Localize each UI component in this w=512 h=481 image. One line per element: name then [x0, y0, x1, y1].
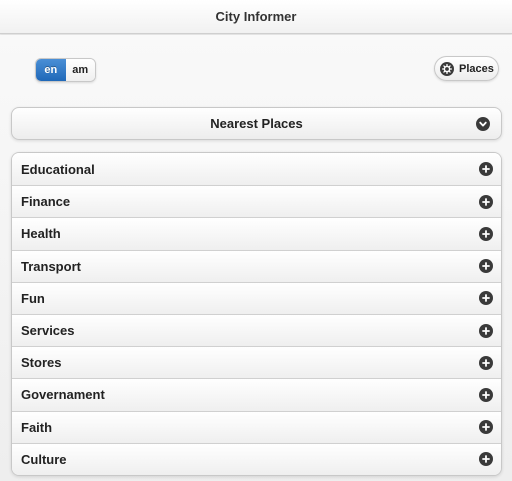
nearest-places-label: Nearest Places	[210, 116, 303, 131]
category-item-finance[interactable]: Finance	[12, 185, 501, 218]
language-option-en[interactable]: en	[36, 59, 66, 81]
category-label: Transport	[21, 258, 81, 274]
language-option-am[interactable]: am	[65, 59, 95, 81]
plus-icon	[479, 420, 493, 435]
category-item-faith[interactable]: Faith	[12, 410, 501, 443]
plus-icon	[479, 194, 493, 209]
category-label: Governament	[21, 387, 105, 403]
category-label: Services	[21, 323, 75, 339]
category-item-stores[interactable]: Stores	[12, 346, 501, 379]
category-item-fun[interactable]: Fun	[12, 281, 501, 314]
main-content: en am Places Nearest Places Educational …	[0, 35, 512, 481]
category-item-educational[interactable]: Educational	[12, 153, 501, 186]
category-label: Stores	[21, 355, 62, 371]
category-label: Health	[21, 226, 61, 242]
category-label: Culture	[21, 451, 67, 467]
plus-icon	[479, 226, 493, 241]
category-label: Faith	[21, 419, 53, 435]
category-item-health[interactable]: Health	[12, 217, 501, 250]
nearest-places-button[interactable]: Nearest Places	[11, 107, 502, 140]
plus-icon	[479, 259, 493, 274]
plus-icon	[479, 323, 493, 338]
plus-icon	[479, 355, 493, 370]
language-toggle[interactable]: en am	[35, 58, 96, 82]
places-button-label: Places	[459, 62, 494, 75]
plus-icon	[479, 387, 493, 402]
page-title: City Informer	[215, 9, 297, 24]
plus-icon	[479, 291, 493, 306]
plus-icon	[479, 452, 493, 467]
places-button[interactable]: Places	[434, 56, 499, 81]
category-item-governament[interactable]: Governament	[12, 378, 501, 411]
gear-icon	[440, 61, 454, 76]
category-item-transport[interactable]: Transport	[12, 249, 501, 282]
category-item-culture[interactable]: Culture	[12, 442, 501, 475]
category-item-services[interactable]: Services	[12, 313, 501, 347]
category-label: Finance	[21, 194, 71, 210]
category-label: Educational	[21, 161, 95, 177]
app-header: City Informer	[0, 0, 512, 34]
category-label: Fun	[21, 290, 45, 306]
category-list: Educational Finance Health Transport Fun…	[11, 152, 502, 476]
chevron-down-icon	[476, 117, 490, 131]
plus-icon	[479, 162, 493, 177]
